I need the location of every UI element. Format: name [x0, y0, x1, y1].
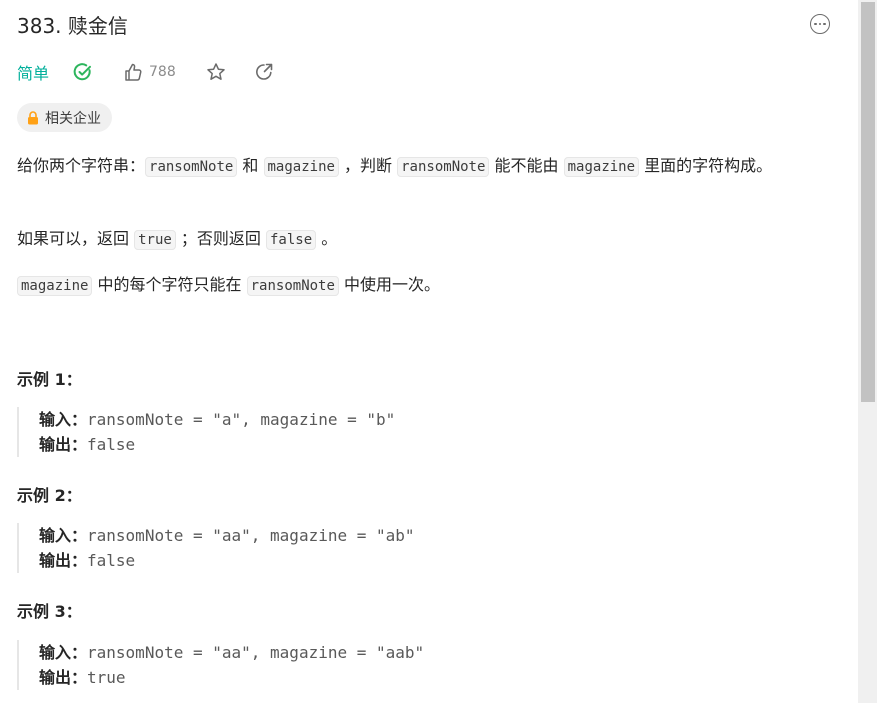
description-paragraph-3: magazine 中的每个字符只能在 ransomNote 中使用一次。 — [17, 272, 832, 299]
example-input: ransomNote = "aa", magazine = "ab" — [87, 526, 415, 545]
share-icon — [255, 63, 273, 80]
lock-icon — [28, 110, 38, 124]
example-output: false — [87, 551, 136, 570]
related-companies-tag[interactable]: 相关企业 — [17, 103, 112, 132]
example-1-title: 示例 1： — [17, 370, 82, 389]
star-icon — [207, 63, 225, 80]
inline-code: ransomNote — [397, 157, 490, 177]
check-circle-icon — [73, 63, 92, 81]
example-3-title: 示例 3： — [17, 602, 82, 621]
inline-code: false — [266, 230, 317, 250]
share-button[interactable] — [254, 62, 274, 82]
example-output: true — [87, 668, 126, 687]
inline-code: magazine — [263, 157, 339, 177]
inline-code: true — [134, 230, 176, 250]
problem-title: 383. 赎金信 — [17, 14, 128, 38]
like-button[interactable]: 788 — [123, 62, 176, 82]
scrollbar-thumb[interactable] — [861, 2, 875, 402]
example-input: ransomNote = "aa", magazine = "aab" — [87, 643, 425, 662]
example-input: ransomNote = "a", magazine = "b" — [87, 410, 396, 429]
inline-code: magazine — [17, 276, 93, 296]
like-count: 788 — [149, 64, 176, 80]
example-2-title: 示例 2： — [17, 486, 82, 505]
solved-status — [73, 62, 93, 82]
example-2-block: 输入：ransomNote = "aa", magazine = "ab" 输出… — [17, 523, 817, 573]
inline-code: ransomNote — [246, 276, 339, 296]
example-output: false — [87, 435, 136, 454]
favorite-button[interactable] — [206, 62, 226, 82]
inline-code: ransomNote — [145, 157, 238, 177]
inline-code: magazine — [563, 157, 640, 177]
problem-meta-bar: 简单 788 — [17, 58, 274, 86]
example-1-block: 输入：ransomNote = "a", magazine = "b" 输出：f… — [17, 407, 817, 457]
example-3-block: 输入：ransomNote = "aa", magazine = "aab" 输… — [17, 640, 817, 690]
related-companies-label: 相关企业 — [45, 110, 101, 127]
description-paragraph-2: 如果可以，返回 true ；否则返回 false 。 — [17, 229, 338, 250]
difficulty-label: 简单 — [17, 64, 50, 83]
more-horizontal-icon — [814, 22, 826, 26]
more-options-button[interactable] — [810, 14, 830, 34]
description-paragraph-1: 给你两个字符串： ransomNote 和 magazine ，判断 ransom… — [17, 156, 773, 177]
thumbs-up-icon — [125, 63, 142, 81]
